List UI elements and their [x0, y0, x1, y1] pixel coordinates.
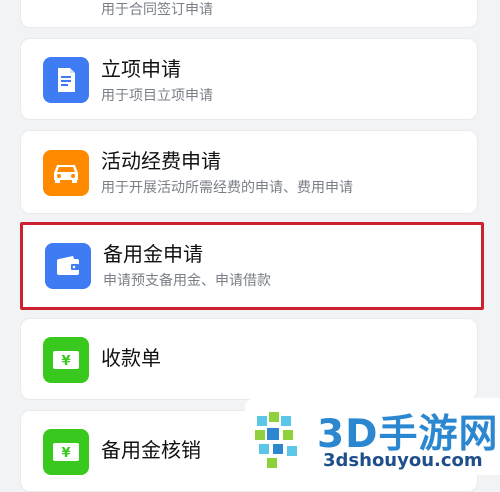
watermark-logo-icon — [253, 410, 313, 470]
item-subtitle: 用于开展活动所需经费的申请、费用申请 — [101, 180, 353, 196]
watermark-domain: 3dshouyou.com — [323, 450, 483, 471]
approval-item-contract[interactable]: 用于合同签订申请 — [20, 0, 478, 28]
yuan-icon: ¥ — [43, 429, 89, 475]
item-title: 立项申请 — [101, 57, 181, 81]
item-subtitle: 用于项目立项申请 — [101, 88, 213, 104]
approval-item-receipt[interactable]: ¥ 收款单 — [20, 318, 478, 400]
item-title: 活动经费申请 — [101, 149, 221, 173]
approval-item-activity-funds[interactable]: 活动经费申请 用于开展活动所需经费的申请、费用申请 — [20, 130, 478, 214]
car-icon — [43, 150, 89, 196]
item-title: 备用金核销 — [101, 438, 201, 462]
approval-item-petty-cash[interactable]: 备用金申请 申请预支备用金、申请借款 — [20, 222, 484, 310]
approval-item-project[interactable]: 立项申请 用于项目立项申请 — [20, 38, 478, 120]
wallet-icon — [45, 243, 91, 289]
yuan-icon: ¥ — [43, 337, 89, 383]
svg-text:¥: ¥ — [61, 446, 70, 461]
item-title: 收款单 — [101, 346, 161, 370]
site-watermark: 3D手游网 3dshouyou.com — [245, 398, 500, 475]
item-subtitle: 申请预支备用金、申请借款 — [103, 273, 271, 289]
item-title: 备用金申请 — [103, 242, 203, 266]
item-subtitle: 用于合同签订申请 — [101, 2, 213, 18]
document-icon — [43, 57, 89, 103]
svg-text:¥: ¥ — [61, 354, 70, 369]
